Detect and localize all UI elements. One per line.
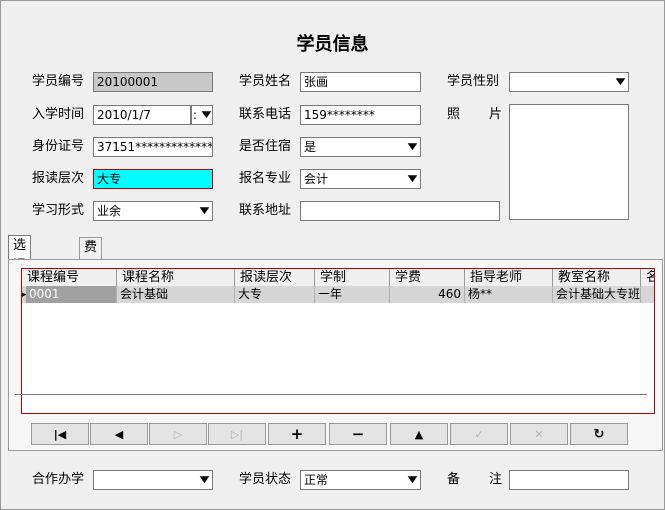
study-mode-select[interactable]: 业余 ▼	[93, 201, 213, 221]
course-grid[interactable]: 课程编号 课程名称 报读层次 学制 学费 指导老师 教室名称 名 ▶ 0001 …	[21, 268, 655, 414]
first-record-button[interactable]: |◀	[31, 423, 89, 445]
table-row[interactable]: ▶ 0001 会计基础 大专 一年 460 杨** 会计基础大专班	[22, 286, 654, 303]
tab-fee-details[interactable]: 费用明细	[79, 237, 103, 315]
student-name-label: 学员姓名	[239, 74, 292, 89]
column-header[interactable]: 学制	[315, 269, 390, 286]
student-id-field[interactable]: 20100001	[93, 72, 213, 92]
chevron-down-icon[interactable]: ▼	[404, 170, 420, 188]
chevron-down-icon[interactable]: ▼	[404, 138, 420, 156]
delete-record-button[interactable]: −	[329, 423, 387, 445]
edit-icon: ▲	[414, 427, 424, 441]
column-header[interactable]: 学费	[390, 269, 465, 286]
last-record-button[interactable]: ▷|	[208, 423, 266, 445]
level-label: 报读层次	[32, 171, 85, 186]
phone-label: 联系电话	[239, 107, 292, 122]
cell-course-id[interactable]: 0001	[26, 286, 117, 303]
student-name-field[interactable]: 张画	[300, 72, 421, 92]
major-value: 会计	[304, 172, 329, 186]
cell-duration[interactable]: 一年	[315, 286, 390, 303]
column-header[interactable]: 报读层次	[235, 269, 315, 286]
tab-course-details[interactable]: 选课明细	[8, 235, 32, 313]
cell-classroom[interactable]: 会计基础大专班	[553, 286, 641, 303]
previous-record-icon: ◀	[114, 427, 124, 441]
cell-teacher[interactable]: 杨**	[465, 286, 553, 303]
edit-record-button[interactable]: ▲	[390, 423, 448, 445]
study-mode-label: 学习形式	[32, 203, 85, 218]
remark-label-1: 备	[447, 472, 461, 487]
study-mode-value: 业余	[97, 204, 122, 218]
id-card-label: 身份证号	[32, 139, 85, 154]
grid-bottom-divider	[15, 394, 647, 395]
next-record-button[interactable]: ▷	[149, 423, 207, 445]
chevron-down-icon[interactable]: ▼	[404, 471, 420, 489]
cooperation-label: 合作办学	[32, 472, 85, 487]
previous-record-button[interactable]: ◀	[90, 423, 148, 445]
add-icon: +	[290, 425, 304, 443]
delete-icon: −	[351, 425, 365, 443]
id-card-field[interactable]: 37151**************	[93, 137, 213, 157]
photo-label-2: 片	[489, 107, 503, 122]
boarding-value: 是	[304, 140, 317, 154]
next-record-icon: ▷	[173, 427, 183, 441]
remark-field[interactable]	[509, 470, 629, 490]
student-id-label: 学员编号	[32, 74, 85, 89]
phone-field[interactable]: 159********	[300, 105, 421, 125]
status-label: 学员状态	[239, 472, 292, 487]
chevron-down-icon[interactable]: ▼	[196, 471, 212, 489]
cancel-record-button[interactable]: ✕	[510, 423, 568, 445]
column-header[interactable]: 教室名称	[553, 269, 641, 286]
post-icon: ✓	[474, 427, 484, 441]
chevron-down-icon[interactable]: ▼	[196, 202, 212, 220]
enroll-time-select[interactable]: : ▼	[191, 105, 213, 125]
enroll-date-label: 入学时间	[32, 107, 85, 122]
boarding-label: 是否住宿	[239, 139, 292, 154]
address-label: 联系地址	[239, 203, 292, 218]
cooperation-select[interactable]: ▼	[93, 470, 213, 490]
add-record-button[interactable]: +	[268, 423, 326, 445]
post-record-button[interactable]: ✓	[450, 423, 508, 445]
column-header[interactable]: 名	[641, 269, 654, 286]
page-title: 学员信息	[296, 34, 369, 55]
photo-box[interactable]	[509, 104, 629, 220]
gender-label: 学员性别	[447, 74, 500, 89]
address-field[interactable]	[300, 201, 500, 221]
cell-course-name[interactable]: 会计基础	[117, 286, 235, 303]
major-select[interactable]: 会计 ▼	[300, 169, 421, 189]
enroll-date-field[interactable]: 2010/1/7	[93, 105, 191, 125]
level-field[interactable]: 大专	[93, 169, 213, 189]
status-select[interactable]: 正常 ▼	[300, 470, 421, 490]
column-header[interactable]: 指导老师	[465, 269, 553, 286]
gender-select[interactable]: ▼	[509, 72, 629, 92]
first-record-icon: |◀	[53, 427, 67, 441]
cell-fee[interactable]: 460	[390, 286, 465, 303]
major-label: 报名专业	[239, 171, 292, 186]
chevron-down-icon[interactable]: ▼	[612, 73, 628, 91]
refresh-icon: ↻	[593, 426, 605, 442]
last-record-icon: ▷|	[230, 427, 244, 441]
cell-level[interactable]: 大专	[235, 286, 315, 303]
status-value: 正常	[304, 473, 329, 487]
grid-header: 课程编号 课程名称 报读层次 学制 学费 指导老师 教室名称 名	[22, 269, 654, 287]
cancel-icon: ✕	[534, 427, 544, 441]
refresh-button[interactable]: ↻	[570, 423, 628, 445]
column-header[interactable]: 课程编号	[22, 269, 117, 286]
remark-label-2: 注	[489, 472, 503, 487]
column-header[interactable]: 课程名称	[117, 269, 235, 286]
cell-extra[interactable]	[641, 286, 654, 303]
chevron-down-icon[interactable]: ▼	[200, 106, 212, 124]
photo-label-1: 照	[447, 107, 461, 122]
boarding-select[interactable]: 是 ▼	[300, 137, 421, 157]
enroll-time-value: :	[193, 108, 198, 122]
